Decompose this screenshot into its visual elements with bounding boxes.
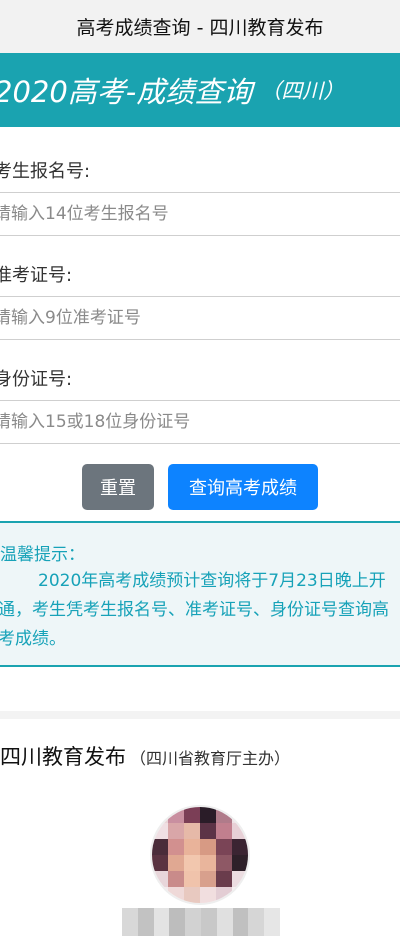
window-title-bar: 高考成绩查询 - 四川教育发布 [0,0,400,54]
publisher-name: 四川教育发布 [0,745,126,769]
blurred-avatar-image [152,807,248,903]
page-banner: 2020高考-成绩查询 （四川） [0,53,400,127]
publisher-note: （四川省教育厅主办） [130,749,291,768]
banner-subtitle: （四川） [260,79,345,103]
publisher-heading: 四川教育发布 （四川省教育厅主办） [0,741,290,771]
id-number-field[interactable] [0,400,400,444]
admission-ticket-field[interactable] [0,296,400,340]
registration-number-label: 考生报名号: [0,161,91,182]
publisher-avatar[interactable] [150,805,250,905]
admission-ticket-input[interactable] [0,308,394,328]
blurred-account-name [122,908,280,936]
spacer [0,667,400,712]
admission-ticket-label: 准考证号: [0,265,73,286]
notice-box: 温馨提示： 2020年高考成绩预计查询将于7月23日晚上开通，考生凭考生报名号、… [0,521,400,667]
reset-button[interactable]: 重置 [82,464,154,510]
notice-title: 温馨提示： [0,545,85,565]
divider [0,711,400,719]
registration-number-input[interactable] [0,204,394,224]
id-number-input[interactable] [0,412,394,432]
publisher-card: 四川教育发布 （四川省教育厅主办） [0,719,400,952]
notice-body: 2020年高考成绩预计查询将于7月23日晚上开通，考生凭考生报名号、准考证号、身… [0,571,389,649]
window-title: 高考成绩查询 - 四川教育发布 [76,17,324,39]
query-score-button[interactable]: 查询高考成绩 [168,464,318,510]
registration-number-field[interactable] [0,192,400,236]
banner-title: 2020高考-成绩查询 [0,75,253,109]
id-number-label: 身份证号: [0,369,73,390]
